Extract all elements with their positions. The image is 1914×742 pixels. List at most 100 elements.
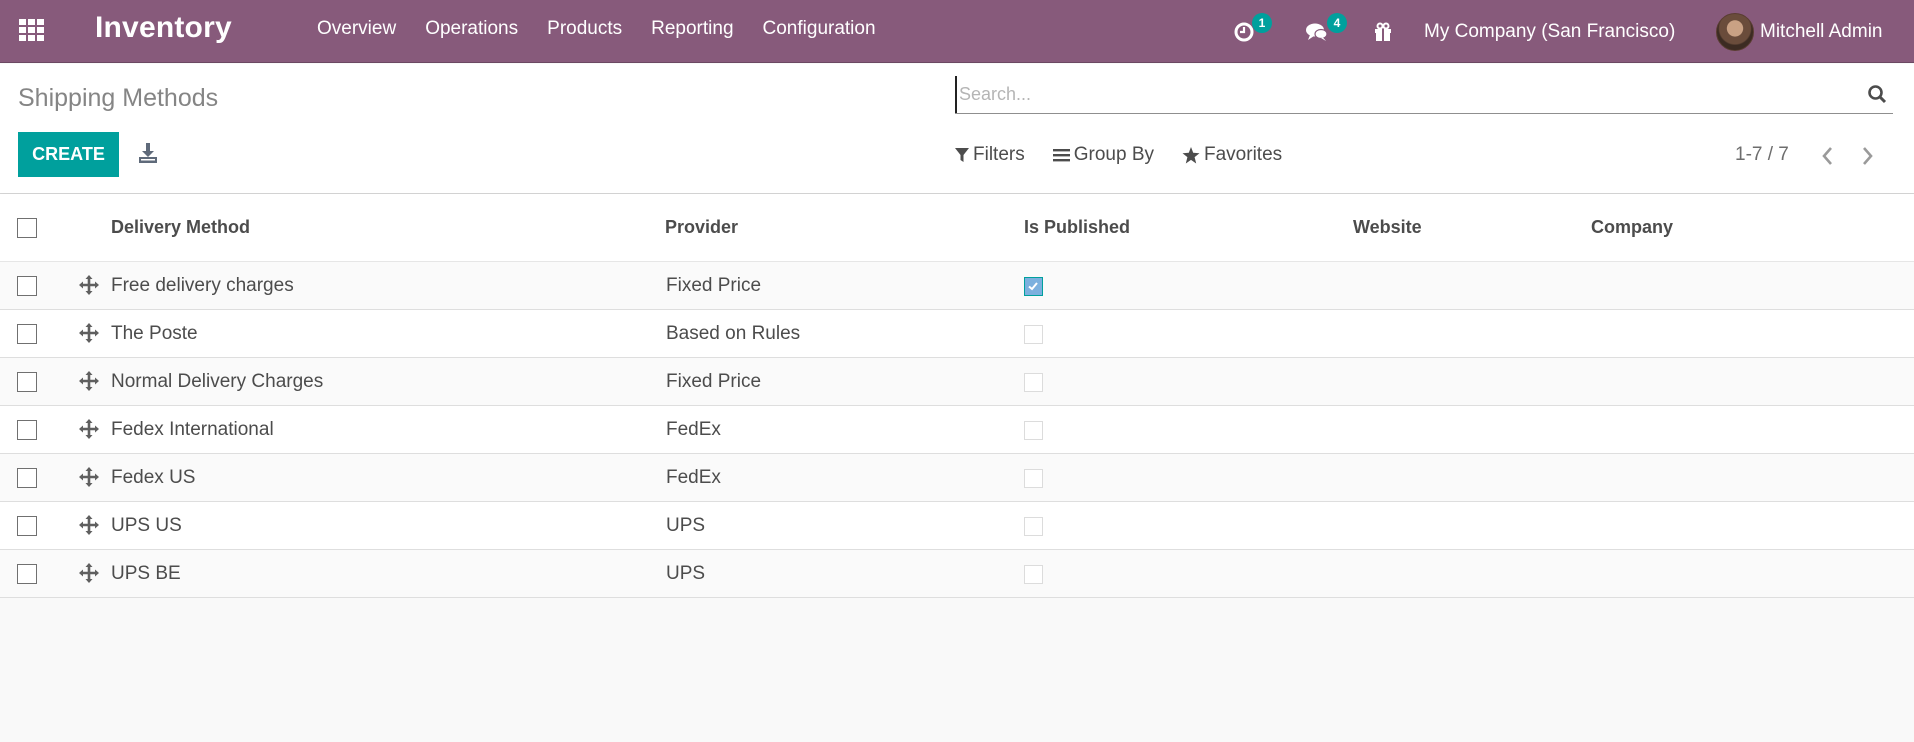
cell-delivery-method: UPS BE [111, 563, 181, 584]
pager-next-button[interactable] [1857, 144, 1879, 168]
row-select-checkbox[interactable] [17, 564, 37, 584]
user-name: Mitchell Admin [1760, 20, 1883, 42]
search-options: Filters Group By Favorites [955, 144, 1310, 166]
column-header-is-published[interactable]: Is Published [1024, 217, 1130, 238]
page-title: Shipping Methods [18, 84, 219, 112]
chevron-right-icon [1863, 147, 1873, 165]
bars-icon [1052, 149, 1070, 162]
cell-provider: FedEx [666, 467, 721, 488]
user-avatar [1716, 12, 1754, 51]
export-button[interactable] [138, 142, 158, 164]
messages-button[interactable] [1305, 0, 1329, 63]
row-select-checkbox[interactable] [17, 468, 37, 488]
cell-delivery-method: Free delivery charges [111, 275, 294, 296]
drag-handle-icon [79, 419, 99, 439]
table-row[interactable]: UPS BE UPS [0, 550, 1914, 598]
menu-operations[interactable]: Operations [425, 18, 518, 40]
cell-provider: Based on Rules [666, 323, 801, 344]
drag-handle-icon [79, 371, 99, 391]
row-select-checkbox[interactable] [17, 324, 37, 344]
app-name[interactable]: Inventory [95, 11, 232, 45]
groupby-label: Group By [1073, 144, 1154, 165]
cell-is-published-checkbox [1024, 517, 1043, 536]
row-drag-handle[interactable] [79, 323, 99, 343]
drag-handle-icon [79, 563, 99, 583]
cell-is-published-checkbox [1024, 421, 1043, 440]
cell-is-published-checkbox [1024, 325, 1043, 344]
cell-is-published-checkbox [1024, 469, 1043, 488]
cell-delivery-method: The Poste [111, 323, 198, 344]
row-drag-handle[interactable] [79, 515, 99, 535]
table-row[interactable]: Free delivery charges Fixed Price [0, 262, 1914, 310]
chat-icon [1306, 23, 1328, 41]
cell-is-published-checkbox [1024, 277, 1043, 296]
cell-provider: Fixed Price [666, 275, 762, 296]
filters-button[interactable]: Filters [955, 144, 1025, 166]
activity-button[interactable] [1233, 0, 1255, 63]
cell-provider: Fixed Price [666, 371, 762, 392]
filters-label: Filters [973, 144, 1025, 165]
pager-value[interactable]: 1-7 / 7 [1735, 144, 1789, 166]
search-bar [955, 76, 1893, 114]
menu-configuration[interactable]: Configuration [763, 18, 876, 40]
check-icon [1028, 282, 1038, 291]
filter-icon [955, 148, 969, 162]
row-select-checkbox[interactable] [17, 420, 37, 440]
chevron-left-icon [1822, 147, 1832, 165]
gift-button[interactable] [1373, 0, 1393, 63]
favorites-button[interactable]: Favorites [1182, 144, 1282, 166]
user-menu[interactable]: Mitchell Admin [1716, 0, 1883, 63]
create-button[interactable]: CREATE [18, 132, 119, 177]
row-drag-handle[interactable] [79, 467, 99, 487]
row-drag-handle[interactable] [79, 419, 99, 439]
row-drag-handle[interactable] [79, 563, 99, 583]
menu-products[interactable]: Products [547, 18, 622, 40]
menu-reporting[interactable]: Reporting [651, 18, 733, 40]
cell-provider: UPS [666, 515, 706, 536]
row-select-checkbox[interactable] [17, 372, 37, 392]
table-row[interactable]: UPS US UPS [0, 502, 1914, 550]
company-switcher[interactable]: My Company (San Francisco) [1424, 0, 1675, 63]
messages-count-badge: 4 [1327, 13, 1347, 33]
pager-previous-button[interactable] [1816, 144, 1838, 168]
select-all-checkbox[interactable] [17, 218, 37, 238]
row-select-checkbox[interactable] [17, 276, 37, 296]
cell-provider: FedEx [666, 419, 721, 440]
groupby-button[interactable]: Group By [1052, 144, 1154, 166]
column-header-delivery-method[interactable]: Delivery Method [111, 217, 250, 238]
main-menu: Overview Operations Products Reporting C… [317, 18, 905, 40]
table-row[interactable]: Fedex International FedEx [0, 406, 1914, 454]
table-body: Free delivery charges Fixed Price The Post… [0, 262, 1914, 598]
gift-icon [1375, 22, 1391, 41]
control-panel: Shipping Methods CREATE Filters Group By… [0, 64, 1914, 194]
favorites-label: Favorites [1204, 144, 1283, 165]
drag-handle-icon [79, 515, 99, 535]
cell-provider: UPS [666, 563, 706, 584]
table-row[interactable]: Fedex US FedEx [0, 454, 1914, 502]
drag-handle-icon [79, 323, 99, 343]
table-row[interactable]: Normal Delivery Charges Fixed Price [0, 358, 1914, 406]
apps-menu-icon[interactable] [19, 19, 45, 41]
row-drag-handle[interactable] [79, 371, 99, 391]
cell-delivery-method: Fedex International [111, 419, 274, 440]
search-input[interactable] [955, 76, 1855, 113]
cell-delivery-method: Normal Delivery Charges [111, 371, 324, 392]
cell-delivery-method: UPS US [111, 515, 182, 536]
row-drag-handle[interactable] [79, 275, 99, 295]
row-select-checkbox[interactable] [17, 516, 37, 536]
activity-count-badge: 1 [1252, 13, 1272, 33]
drag-handle-icon [79, 467, 99, 487]
column-header-company[interactable]: Company [1591, 217, 1673, 238]
search-icon[interactable] [1867, 84, 1887, 104]
shipping-methods-table: Delivery Method Provider Is Published We… [0, 194, 1914, 598]
column-header-website[interactable]: Website [1353, 217, 1422, 238]
column-header-provider[interactable]: Provider [665, 217, 738, 238]
cell-is-published-checkbox [1024, 565, 1043, 584]
menu-overview[interactable]: Overview [317, 18, 396, 40]
drag-handle-icon [79, 275, 99, 295]
cell-delivery-method: Fedex US [111, 467, 196, 488]
download-icon [139, 143, 157, 163]
table-header: Delivery Method Provider Is Published We… [0, 194, 1914, 262]
table-row[interactable]: The Poste Based on Rules [0, 310, 1914, 358]
star-icon [1182, 146, 1200, 163]
